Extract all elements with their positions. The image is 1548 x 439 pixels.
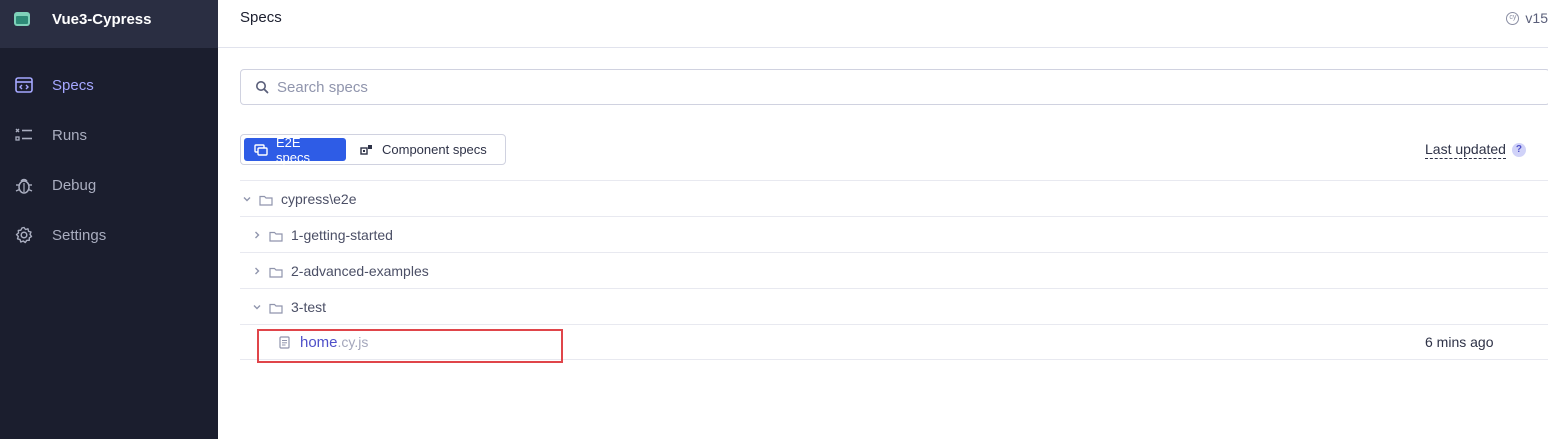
component-icon (360, 144, 374, 156)
search-icon (255, 80, 269, 94)
last-updated-label[interactable]: Last updated (1425, 141, 1506, 159)
page-title: Specs (240, 9, 282, 26)
sidebar-item-label: Debug (52, 176, 97, 194)
app-logo-icon (14, 12, 30, 26)
last-updated-header: Last updated ? (1425, 141, 1526, 159)
chevron-right-icon (252, 230, 262, 240)
gear-icon (14, 225, 34, 245)
sidebar-item-label: Runs (52, 126, 88, 144)
folder-label: 1-getting-started (291, 226, 393, 243)
sidebar-header[interactable]: Vue3-Cypress (0, 0, 218, 48)
sidebar-item-specs[interactable]: Specs (0, 60, 218, 110)
sidebar-item-runs[interactable]: Runs (0, 110, 218, 160)
sidebar-item-label: Settings (52, 226, 107, 244)
tree-row-root-folder[interactable]: cypress\e2e (240, 180, 1548, 216)
folder-icon (269, 229, 283, 242)
version-badge[interactable]: cy v15 (1506, 10, 1548, 26)
chevron-right-icon (252, 266, 262, 276)
folder-label: 2-advanced-examples (291, 262, 429, 279)
folder-label: cypress\e2e (281, 190, 357, 207)
chevron-down-icon (242, 194, 252, 204)
tree-row-folder[interactable]: 3-test (240, 288, 1548, 324)
sidebar-item-label: Specs (52, 76, 94, 94)
debug-icon (14, 175, 34, 195)
tab-label: Component specs (382, 142, 487, 157)
search-box[interactable] (240, 69, 1548, 105)
tab-e2e-specs[interactable]: E2E specs (244, 135, 346, 165)
folder-icon (269, 265, 283, 278)
folder-icon (259, 193, 273, 206)
spec-tree: cypress\e2e 1-getting-started 2-advanced… (240, 180, 1548, 360)
tree-row-folder[interactable]: 2-advanced-examples (240, 252, 1548, 288)
tab-label: E2E specs (276, 134, 310, 165)
cypress-logo-icon: cy (1506, 11, 1520, 25)
tree-row-spec[interactable]: home .cy.js 6 mins ago (240, 324, 1548, 360)
spec-file-link[interactable]: home .cy.js (279, 334, 368, 351)
tree-row-folder[interactable]: 1-getting-started (240, 216, 1548, 252)
tab-component-specs[interactable]: Component specs (350, 138, 497, 161)
search-input[interactable] (277, 78, 877, 96)
sidebar-item-debug[interactable]: Debug (0, 160, 218, 210)
spec-name: home (300, 333, 338, 351)
runs-icon (14, 125, 34, 145)
spec-type-toggle: E2E specs Component specs (240, 134, 506, 165)
spec-last-updated: 6 mins ago (1425, 334, 1494, 350)
sidebar-nav: Specs Runs Debug Settings (0, 60, 218, 260)
app-title: Vue3-Cypress (52, 10, 152, 28)
e2e-icon (254, 143, 268, 156)
folder-icon (269, 301, 283, 314)
help-icon[interactable]: ? (1511, 143, 1526, 157)
document-icon (279, 335, 290, 349)
spec-extension: .cy.js (337, 334, 369, 350)
sidebar-item-settings[interactable]: Settings (0, 210, 218, 260)
top-bar: Specs cy v15 (218, 0, 1548, 48)
sidebar: Vue3-Cypress Specs Runs Debug Settings (0, 0, 218, 439)
folder-label: 3-test (291, 298, 327, 315)
chevron-down-icon (252, 302, 262, 312)
specs-icon (14, 75, 34, 95)
version-label: v15 (1525, 10, 1548, 26)
